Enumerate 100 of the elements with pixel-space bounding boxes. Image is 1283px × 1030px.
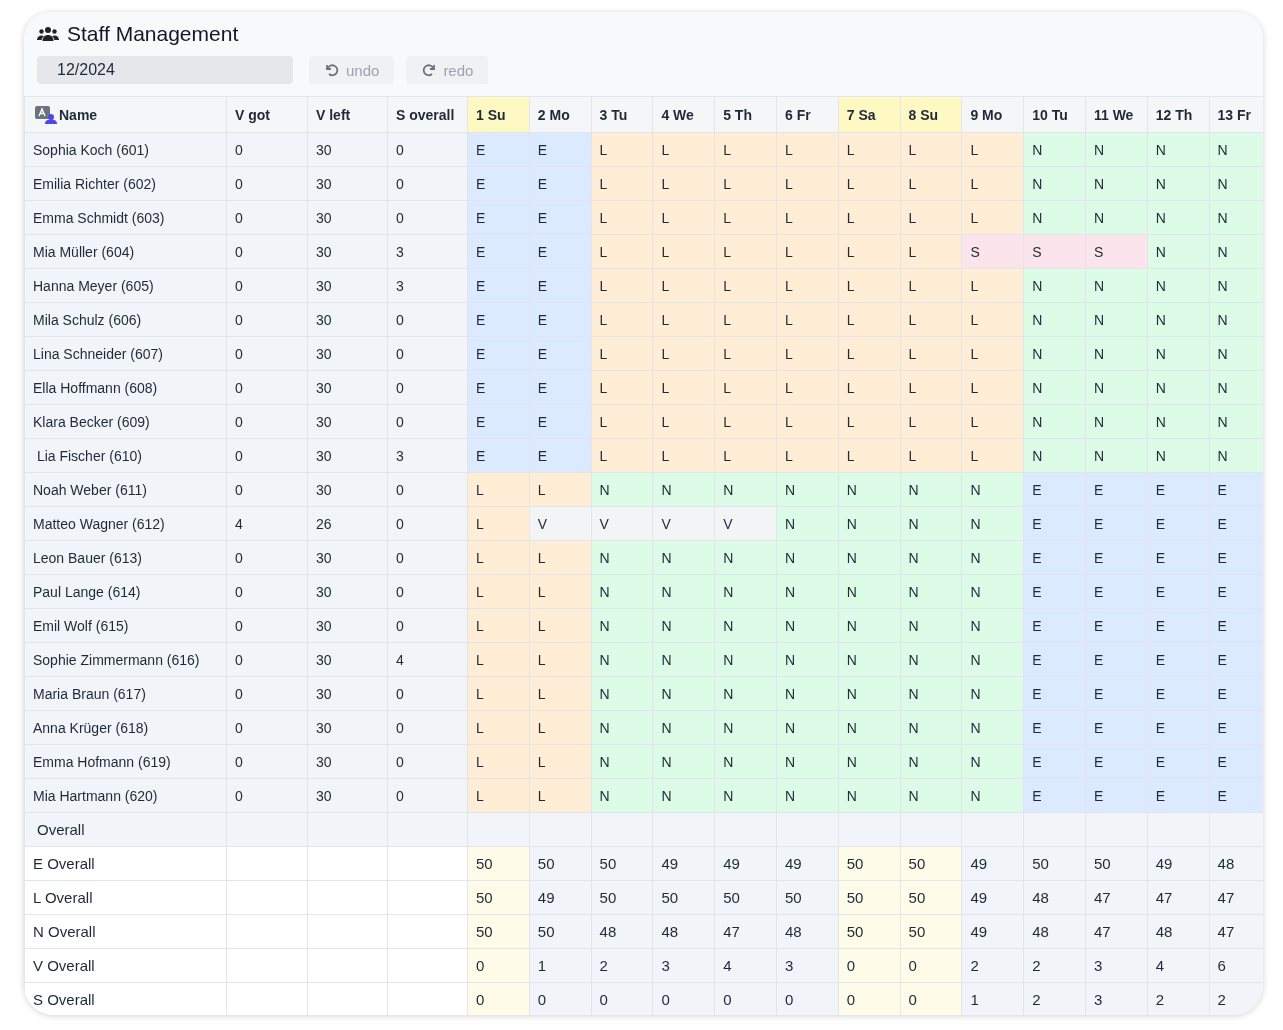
shift-cell[interactable]: E bbox=[529, 268, 592, 303]
shift-cell[interactable]: L bbox=[714, 302, 777, 337]
shift-cell[interactable]: N bbox=[961, 778, 1024, 813]
shift-cell[interactable]: E bbox=[467, 234, 530, 269]
shift-cell[interactable]: N bbox=[1209, 200, 1263, 235]
shift-cell[interactable]: L bbox=[900, 200, 962, 235]
shift-cell[interactable]: E bbox=[1023, 608, 1086, 643]
shift-cell[interactable]: E bbox=[467, 438, 530, 473]
shift-cell[interactable]: L bbox=[838, 404, 901, 439]
shift-cell[interactable]: L bbox=[714, 166, 777, 201]
shift-cell[interactable]: L bbox=[838, 438, 901, 473]
shift-cell[interactable]: L bbox=[776, 404, 839, 439]
shift-cell[interactable]: E bbox=[1085, 472, 1148, 507]
shift-cell[interactable]: E bbox=[529, 336, 592, 371]
shift-cell[interactable]: N bbox=[776, 540, 839, 575]
shift-cell[interactable]: N bbox=[1023, 438, 1086, 473]
shift-cell[interactable]: L bbox=[838, 166, 901, 201]
shift-cell[interactable]: N bbox=[1085, 200, 1148, 235]
shift-cell[interactable]: N bbox=[1085, 336, 1148, 371]
shift-cell[interactable]: E bbox=[1147, 676, 1210, 711]
shift-cell[interactable]: N bbox=[776, 608, 839, 643]
shift-cell[interactable]: L bbox=[714, 132, 777, 167]
shift-cell[interactable]: N bbox=[900, 676, 962, 711]
shift-cell[interactable]: N bbox=[1085, 268, 1148, 303]
shift-cell[interactable]: L bbox=[900, 268, 962, 303]
shift-cell[interactable]: L bbox=[776, 132, 839, 167]
shift-cell[interactable]: L bbox=[591, 370, 653, 405]
shift-cell[interactable]: N bbox=[961, 472, 1024, 507]
shift-cell[interactable]: E bbox=[1147, 506, 1210, 541]
shift-cell[interactable]: N bbox=[652, 676, 715, 711]
shift-cell[interactable]: E bbox=[1209, 574, 1263, 609]
shift-cell[interactable]: E bbox=[1147, 642, 1210, 677]
shift-cell[interactable]: E bbox=[529, 234, 592, 269]
shift-cell[interactable]: L bbox=[900, 302, 962, 337]
shift-cell[interactable]: N bbox=[591, 710, 653, 745]
shift-cell[interactable]: N bbox=[838, 506, 901, 541]
shift-cell[interactable]: N bbox=[838, 778, 901, 813]
shift-cell[interactable]: N bbox=[961, 506, 1024, 541]
shift-cell[interactable]: L bbox=[591, 268, 653, 303]
shift-cell[interactable]: L bbox=[529, 676, 592, 711]
shift-cell[interactable]: E bbox=[1147, 574, 1210, 609]
month-field[interactable]: 12/2024 bbox=[37, 56, 293, 84]
shift-cell[interactable]: N bbox=[838, 676, 901, 711]
shift-cell[interactable]: N bbox=[652, 574, 715, 609]
shift-cell[interactable]: E bbox=[1023, 744, 1086, 779]
shift-cell[interactable]: E bbox=[1209, 506, 1263, 541]
shift-cell[interactable]: V bbox=[591, 506, 653, 541]
shift-cell[interactable]: L bbox=[714, 268, 777, 303]
shift-cell[interactable]: N bbox=[1209, 370, 1263, 405]
shift-cell[interactable]: L bbox=[652, 302, 715, 337]
shift-cell[interactable]: L bbox=[591, 404, 653, 439]
shift-cell[interactable]: E bbox=[1023, 642, 1086, 677]
shift-cell[interactable]: N bbox=[1147, 404, 1210, 439]
shift-cell[interactable]: E bbox=[1209, 710, 1263, 745]
shift-cell[interactable]: E bbox=[467, 166, 530, 201]
shift-cell[interactable]: N bbox=[776, 642, 839, 677]
shift-cell[interactable]: L bbox=[900, 370, 962, 405]
shift-cell[interactable]: L bbox=[467, 710, 530, 745]
shift-cell[interactable]: L bbox=[838, 268, 901, 303]
shift-cell[interactable]: N bbox=[1085, 132, 1148, 167]
shift-cell[interactable]: N bbox=[714, 574, 777, 609]
shift-cell[interactable]: E bbox=[1085, 540, 1148, 575]
shift-cell[interactable]: N bbox=[900, 574, 962, 609]
shift-cell[interactable]: E bbox=[1209, 540, 1263, 575]
shift-cell[interactable]: E bbox=[467, 336, 530, 371]
shift-cell[interactable]: L bbox=[591, 166, 653, 201]
shift-cell[interactable]: L bbox=[714, 200, 777, 235]
shift-cell[interactable]: L bbox=[714, 404, 777, 439]
shift-cell[interactable]: L bbox=[900, 166, 962, 201]
shift-cell[interactable]: N bbox=[838, 608, 901, 643]
shift-cell[interactable]: E bbox=[1209, 642, 1263, 677]
shift-cell[interactable]: L bbox=[652, 132, 715, 167]
shift-cell[interactable]: N bbox=[776, 676, 839, 711]
shift-cell[interactable]: N bbox=[591, 540, 653, 575]
shift-cell[interactable]: L bbox=[467, 574, 530, 609]
shift-cell[interactable]: L bbox=[900, 132, 962, 167]
shift-cell[interactable]: L bbox=[776, 234, 839, 269]
shift-cell[interactable]: N bbox=[1209, 132, 1263, 167]
shift-cell[interactable]: N bbox=[1023, 200, 1086, 235]
shift-cell[interactable]: L bbox=[529, 540, 592, 575]
shift-cell[interactable]: L bbox=[652, 268, 715, 303]
shift-cell[interactable]: N bbox=[1085, 404, 1148, 439]
shift-cell[interactable]: L bbox=[961, 404, 1024, 439]
shift-cell[interactable]: E bbox=[529, 132, 592, 167]
shift-cell[interactable]: N bbox=[900, 472, 962, 507]
shift-cell[interactable]: S bbox=[1085, 234, 1148, 269]
shift-cell[interactable]: L bbox=[652, 200, 715, 235]
shift-cell[interactable]: N bbox=[1209, 234, 1263, 269]
shift-cell[interactable]: N bbox=[591, 676, 653, 711]
shift-cell[interactable]: N bbox=[1209, 166, 1263, 201]
shift-cell[interactable]: E bbox=[467, 370, 530, 405]
shift-cell[interactable]: N bbox=[1209, 404, 1263, 439]
shift-cell[interactable]: N bbox=[1209, 268, 1263, 303]
shift-cell[interactable]: N bbox=[1023, 336, 1086, 371]
shift-cell[interactable]: L bbox=[961, 336, 1024, 371]
shift-cell[interactable]: N bbox=[900, 710, 962, 745]
shift-cell[interactable]: L bbox=[652, 336, 715, 371]
shift-cell[interactable]: N bbox=[652, 778, 715, 813]
shift-cell[interactable]: E bbox=[1085, 676, 1148, 711]
shift-cell[interactable]: L bbox=[714, 370, 777, 405]
